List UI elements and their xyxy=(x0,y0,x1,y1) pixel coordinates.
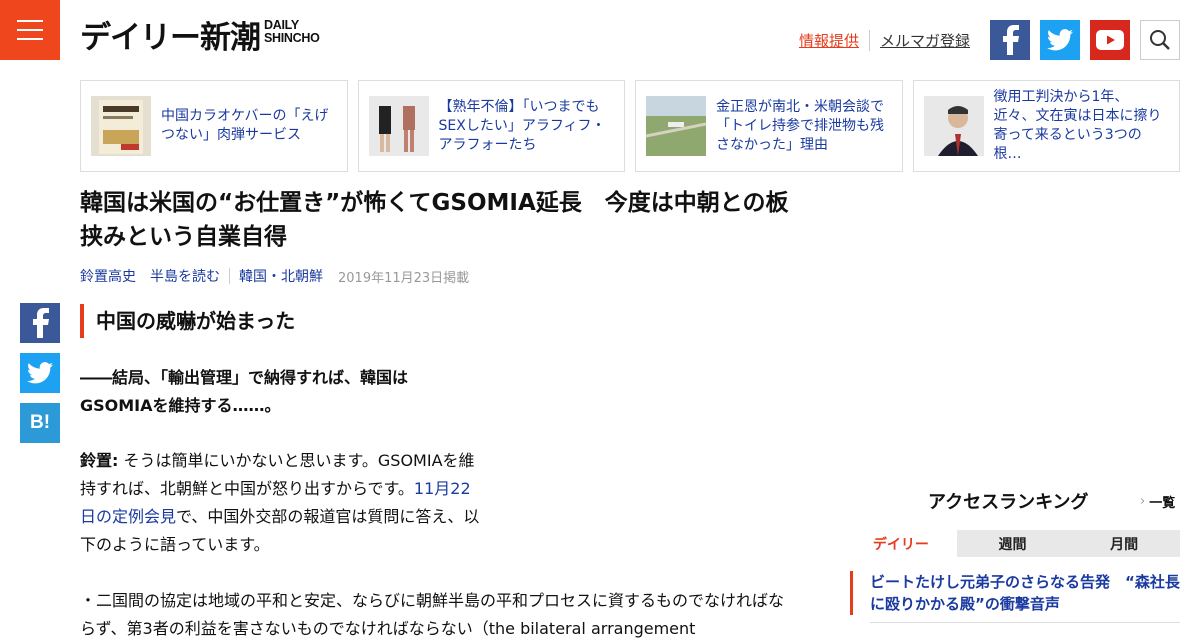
interview-answer: 鈴置: そうは簡単にいかないと思います。GSOMIAを維持すれば、北朝鮮と中国が… xyxy=(80,451,480,554)
interview-question: ――結局、「輸出管理」で納得すれば、韓国はGSOMIAを維持する……。 xyxy=(80,368,409,415)
logo-subtext: DAILY SHINCHO xyxy=(264,18,320,45)
ranking-tabs: デイリー 週間 月間 xyxy=(845,530,1181,557)
menu-button[interactable] xyxy=(0,0,60,60)
tab-monthly[interactable]: 月間 xyxy=(1068,530,1181,557)
portrait-photo-thumbnail xyxy=(923,96,984,156)
series-link[interactable]: 半島を読む xyxy=(150,266,220,286)
book-cover-thumbnail xyxy=(91,96,151,156)
facebook-button[interactable] xyxy=(990,20,1030,60)
related-card-title: 徴用工判決から1年、近々、文在寅は日本に擦り寄って来るという3つの根… xyxy=(993,89,1162,162)
author-link[interactable]: 鈴置高史 xyxy=(80,266,136,286)
twitter-button[interactable] xyxy=(1040,20,1080,60)
youtube-button[interactable] xyxy=(1090,20,1130,60)
tab-weekly[interactable]: 週間 xyxy=(956,530,1069,557)
share-hatena-button[interactable]: B! xyxy=(20,403,60,443)
related-card[interactable]: 金正恩が南北・米朝会談で「トイレ持参で排泄物も残さなかった」理由 xyxy=(635,80,903,172)
chevron-right-icon: › xyxy=(1140,494,1146,509)
tab-daily[interactable]: デイリー xyxy=(845,530,957,557)
ranking-item[interactable]: ビートたけし元弟子のさらなる告発 “森社長に殴りかかる殿”の衝撃音声 xyxy=(850,571,1180,615)
search-button[interactable] xyxy=(1140,20,1180,60)
info-link[interactable]: 情報提供 xyxy=(799,30,870,51)
header-links: 情報提供 メルマガ登録 xyxy=(799,30,970,51)
speaker-label: 鈴置: xyxy=(80,451,119,470)
people-photo-thumbnail xyxy=(368,96,429,156)
article-meta: 鈴置高史 半島を読む 韓国・北朝鮮 2019年11月23日掲載 xyxy=(80,266,469,286)
landscape-photo-thumbnail xyxy=(646,96,706,156)
related-card[interactable]: 徴用工判決から1年、近々、文在寅は日本に擦り寄って来るという3つの根… xyxy=(912,80,1180,172)
share-facebook-button[interactable] xyxy=(20,303,60,343)
related-card-title: 金正恩が南北・米朝会談で「トイレ持参で排泄物も残さなかった」理由 xyxy=(716,98,884,153)
meta-divider xyxy=(229,268,230,284)
related-card-title: 中国カラオケバーの「えげつない」肉弾サービス xyxy=(161,108,329,143)
menu-icon xyxy=(17,20,43,22)
related-articles: 中国カラオケバーの「えげつない」肉弾サービス 【熟年不倫】「いつまでもSEXした… xyxy=(80,80,1180,172)
ranking-title: アクセスランキング xyxy=(928,492,1089,513)
related-card-title: 【熟年不倫】「いつまでもSEXしたい」アラフィフ・アラフォーたち xyxy=(438,98,606,153)
ranking-all-link[interactable]: › 一覧 xyxy=(1140,492,1175,511)
category-link[interactable]: 韓国・北朝鮮 xyxy=(239,266,323,286)
search-icon xyxy=(1150,30,1170,50)
twitter-icon xyxy=(1047,29,1073,51)
site-logo[interactable]: デイリー・新潮 DAILY SHINCHO xyxy=(80,18,320,62)
related-card[interactable]: 【熟年不倫】「いつまでもSEXしたい」アラフィフ・アラフォーたち xyxy=(357,80,625,172)
newsletter-link[interactable]: メルマガ登録 xyxy=(870,30,970,51)
related-card[interactable]: 中国カラオケバーの「えげつない」肉弾サービス xyxy=(80,80,348,172)
share-twitter-button[interactable] xyxy=(20,353,60,393)
divider xyxy=(870,622,1180,623)
article-title: 韓国は米国の“お仕置き”が怖くてGSOMIA延長 今度は中朝との板挟みという自業… xyxy=(80,190,789,250)
youtube-icon xyxy=(1096,30,1124,50)
twitter-icon xyxy=(27,362,53,384)
section-heading: 中国の威嚇が始まった xyxy=(80,304,295,338)
quote-paragraph: ・二国間の協定は地域の平和と安定、ならびに朝鮮半島の平和プロセスに資するものでな… xyxy=(80,591,785,638)
publish-date: 2019年11月23日掲載 xyxy=(338,270,470,286)
facebook-icon xyxy=(1003,25,1019,55)
hatena-bookmark-icon: B! xyxy=(29,412,51,433)
logo-text: デイリー・新潮 xyxy=(80,20,261,56)
facebook-icon xyxy=(33,308,49,338)
